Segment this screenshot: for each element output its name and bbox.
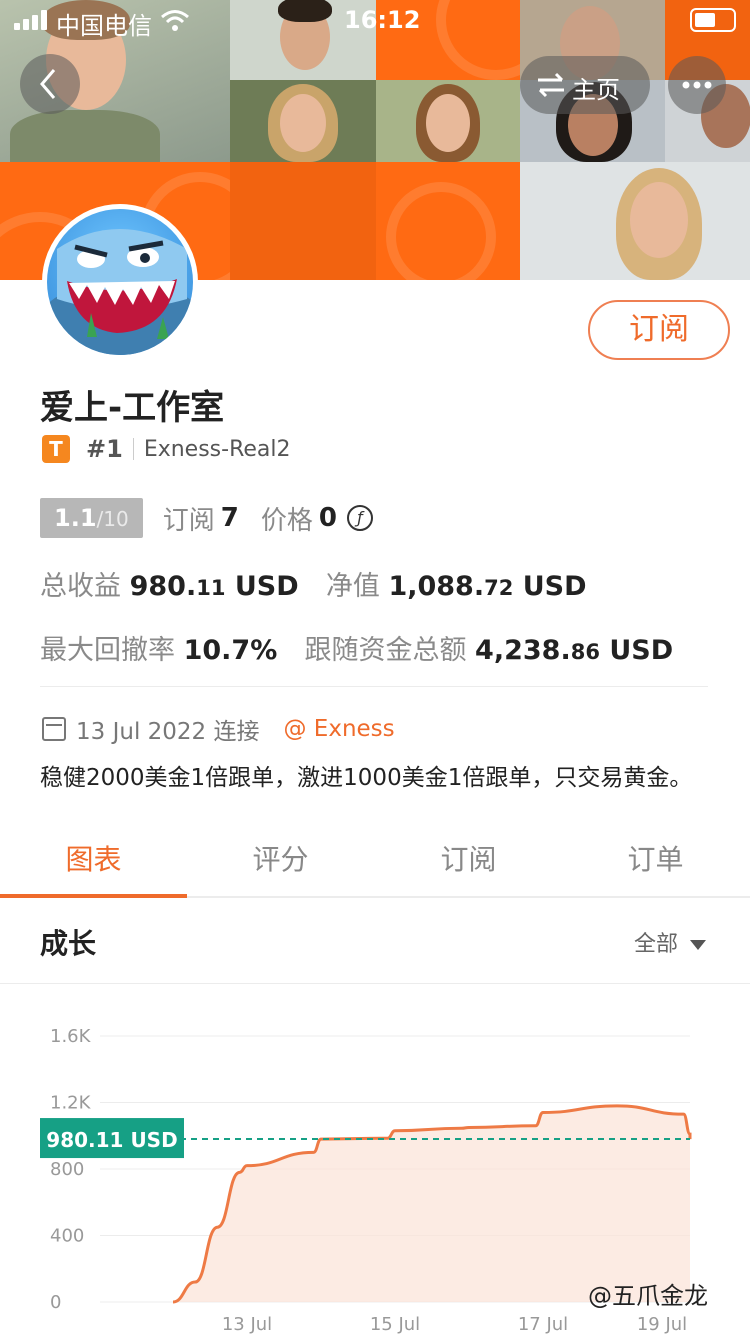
shark-avatar-image [47,209,193,355]
carrier-name: 中国电信 [56,12,152,40]
more-button[interactable] [668,56,726,114]
divider [132,438,134,460]
signal-icon [14,10,48,30]
banner-pattern-tile [230,162,376,280]
x-tick-label: 13 Jul [222,1314,272,1334]
divider [40,686,708,687]
subs-label: 订阅 [162,505,215,536]
banner-photo-tile [376,80,520,162]
more-dots-icon [682,81,712,89]
strategy-description: 稳健2000美金1倍跟单，激进1000美金1倍跟单，只交易黄金。 [40,765,693,791]
caret-down-icon [690,940,707,950]
watermark: @五爪金龙 [588,1282,708,1310]
home-button[interactable]: 主页 [520,56,650,114]
x-tick-label: 15 Jul [370,1314,420,1334]
profile-name: 爱上-工作室 [40,388,225,428]
price-value: 0 [318,503,337,533]
drawdown-row: 最大回撤率 10.7% 跟随资金总额 4,238.86 USD [40,628,673,668]
x-tick-label: 19 Jul [637,1314,687,1334]
connect-date: 13 Jul 2022 连接 [76,719,260,745]
swap-icon [538,72,564,98]
tab-chart[interactable]: 图表 [0,838,187,878]
follow-value: 4,238.86 USD [475,635,674,666]
home-label: 主页 [572,76,620,104]
tab-bar: 图表 评分 订阅 订单 [0,820,750,898]
range-filter-dropdown[interactable]: 全部 [634,926,707,958]
follow-label: 跟随资金总额 [304,635,467,666]
y-tick-label: 1.2K [50,1093,92,1114]
growth-section-header: 成长 全部 [0,898,750,984]
banner-pattern-tile [376,162,520,280]
subscribe-button[interactable]: 订阅 [588,300,730,360]
y-tick-label: 400 [50,1226,84,1247]
date-row: 13 Jul 2022 连接 @ Exness [42,712,395,746]
banner-photo-tile [520,162,750,280]
y-tick-label: 800 [50,1159,84,1180]
drawdown-value: 10.7% [183,635,278,666]
coin-icon: ƒ [346,505,373,531]
y-tick-label: 0 [50,1292,61,1313]
rank-row: T #1 Exness-Real2 [42,434,291,464]
subs-value: 7 [220,503,239,533]
y-tick-label: 1.6K [50,1026,92,1047]
total-profit-label: 总收益 [40,571,121,602]
rank-value: #1 [86,435,123,463]
status-bar: 中国电信 16:12 [0,0,750,40]
drawdown-label: 最大回撤率 [40,635,175,666]
section-title: 成长 [40,927,97,960]
current-value-label: 980.11 USD [46,1128,177,1152]
back-button[interactable] [20,54,80,114]
chevron-left-icon [40,69,56,99]
equity-value: 1,088.72 USD [388,571,587,602]
calendar-icon [42,717,66,741]
score-badge: 1.1/10 [40,498,143,538]
tab-subscribe[interactable]: 订阅 [375,838,562,878]
x-tick-label: 17 Jul [518,1314,568,1334]
banner-photo-tile [230,80,376,162]
equity-label: 净值 [325,571,380,602]
battery-icon [690,8,736,32]
tab-orders[interactable]: 订单 [562,838,749,878]
avatar[interactable] [42,204,198,360]
tab-rating[interactable]: 评分 [187,838,374,878]
price-label: 价格 [260,505,313,536]
score-row: 1.1/10 订阅 7 价格 0 ƒ [40,498,373,538]
broker-link[interactable]: @ Exness [283,716,394,742]
growth-area [173,1105,690,1302]
profit-row: 总收益 980.11 USD 净值 1,088.72 USD [40,564,587,604]
clock: 16:12 [344,6,421,34]
account-name: Exness-Real2 [143,436,291,462]
trader-badge: T [42,435,70,463]
wifi-icon [161,10,189,31]
total-profit-value: 980.11 USD [129,571,299,602]
